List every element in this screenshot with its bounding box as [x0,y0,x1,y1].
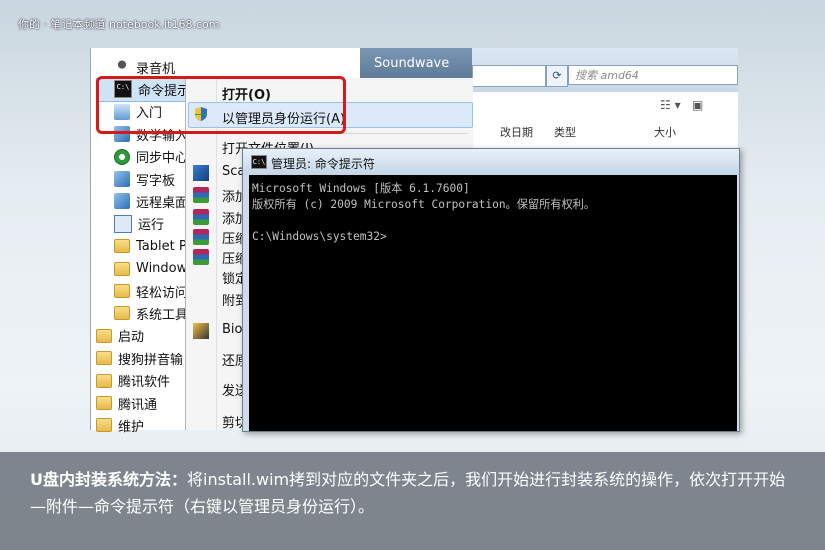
column-type[interactable]: 类型 [554,124,576,140]
view-options-icon[interactable]: ☷ ▾ ▣ [660,98,703,112]
console-line: Microsoft Windows [版本 6.1.7600] [252,182,470,195]
start-menu-item[interactable]: 同步中心 [114,146,188,168]
search-input[interactable]: 搜索 amd64 [568,65,738,85]
start-menu-item[interactable]: 录音机 [114,56,175,78]
start-menu-item-label: 轻松访问 [136,285,189,301]
winrar-icon [193,209,209,225]
address-bar[interactable] [472,65,546,87]
start-menu-item-label: 维护 [118,419,145,435]
start-menu-item[interactable]: 写字板 [114,168,175,190]
app-icon [193,165,209,181]
remote-desktop-icon [114,193,130,210]
start-menu-item[interactable]: 远程桌面 [114,190,188,212]
start-menu-item[interactable]: Window [114,258,187,280]
cmd-console[interactable]: Microsoft Windows [版本 6.1.7600] 版权所有 (c) … [249,175,737,431]
start-menu-item-label: 系统工具 [136,307,189,323]
cmd-icon: C:\ [251,155,267,169]
cmd-title-bar[interactable]: C:\ 管理员: 命令提示符 [243,149,739,175]
run-icon [114,214,132,233]
start-menu-item[interactable]: Tablet P [114,235,187,257]
column-headers: 改日期 类型 大小 [472,120,738,142]
caption-bar: U盘内封装系统方法：将install.wim拷到对应的文件夹之后，我们开始进行封… [0,452,825,550]
context-menu-item[interactable]: Bio [222,322,242,337]
winrar-icon [193,187,209,203]
start-menu-item[interactable]: 搜狗拼音输 [96,347,183,369]
watermark: 你的 · 笔记本频道 notebook.it168.com [18,18,220,31]
folder-icon [96,351,112,366]
start-menu-item[interactable]: 维护 [96,414,144,436]
folder-icon [114,261,130,276]
start-menu-item-label: 腾讯软件 [118,375,171,391]
start-menu-item[interactable]: 轻松访问 [114,280,188,302]
start-menu-item-label: 同步中心 [136,151,189,167]
cmd-title: 管理员: 命令提示符 [271,157,375,171]
console-prompt: C:\Windows\system32> [252,230,387,243]
start-menu-item-label: Tablet P [136,238,187,254]
start-menu-item[interactable]: 运行 [114,213,164,235]
folder-icon [96,373,112,388]
start-menu-item[interactable]: 腾讯软件 [96,370,170,392]
start-menu-item-label: 腾讯通 [118,397,158,413]
caption-text: U盘内封装系统方法：将install.wim拷到对应的文件夹之后，我们开始进行封… [30,466,800,520]
wordpad-icon [114,171,130,187]
winrar-icon [193,249,209,265]
column-size[interactable]: 大小 [654,124,676,140]
bio-icon [193,323,209,339]
start-menu-item-label: 运行 [138,218,165,234]
start-menu-item[interactable]: 启动 [96,325,144,347]
explorer-title: Soundwave [360,48,472,82]
caption-title: U盘内封装系统方法： [30,470,187,489]
folder-icon [96,396,112,410]
folder-icon [114,284,130,298]
start-menu-item-label: 录音机 [136,61,176,77]
start-menu-item-label: Window [136,261,188,277]
sync-center-icon [114,148,130,165]
folder-icon [96,418,112,433]
start-menu-item[interactable]: 腾讯通 [96,392,157,414]
console-line: 版权所有 (c) 2009 Microsoft Corporation。保留所有… [252,198,596,211]
start-menu-item-label: 写字板 [136,173,176,189]
refresh-icon[interactable]: ⟳ [546,65,568,87]
microphone-icon [114,59,130,75]
start-menu-item-label: 搜狗拼音输 [118,352,184,368]
folder-icon [114,306,130,321]
start-menu-item[interactable]: 系统工具 [114,302,188,324]
start-menu-item-label: 远程桌面 [136,195,189,211]
start-menu-item-label: 启动 [118,330,145,346]
column-date[interactable]: 改日期 [500,124,533,140]
winrar-icon [193,229,209,245]
explorer-toolbar: ⟳ 搜索 amd64 [472,48,738,92]
cmd-window[interactable]: C:\ 管理员: 命令提示符 Microsoft Windows [版本 6.1… [242,148,740,432]
annotation-highlight-box [96,76,346,134]
folder-icon [96,328,112,343]
folder-icon [114,239,130,254]
